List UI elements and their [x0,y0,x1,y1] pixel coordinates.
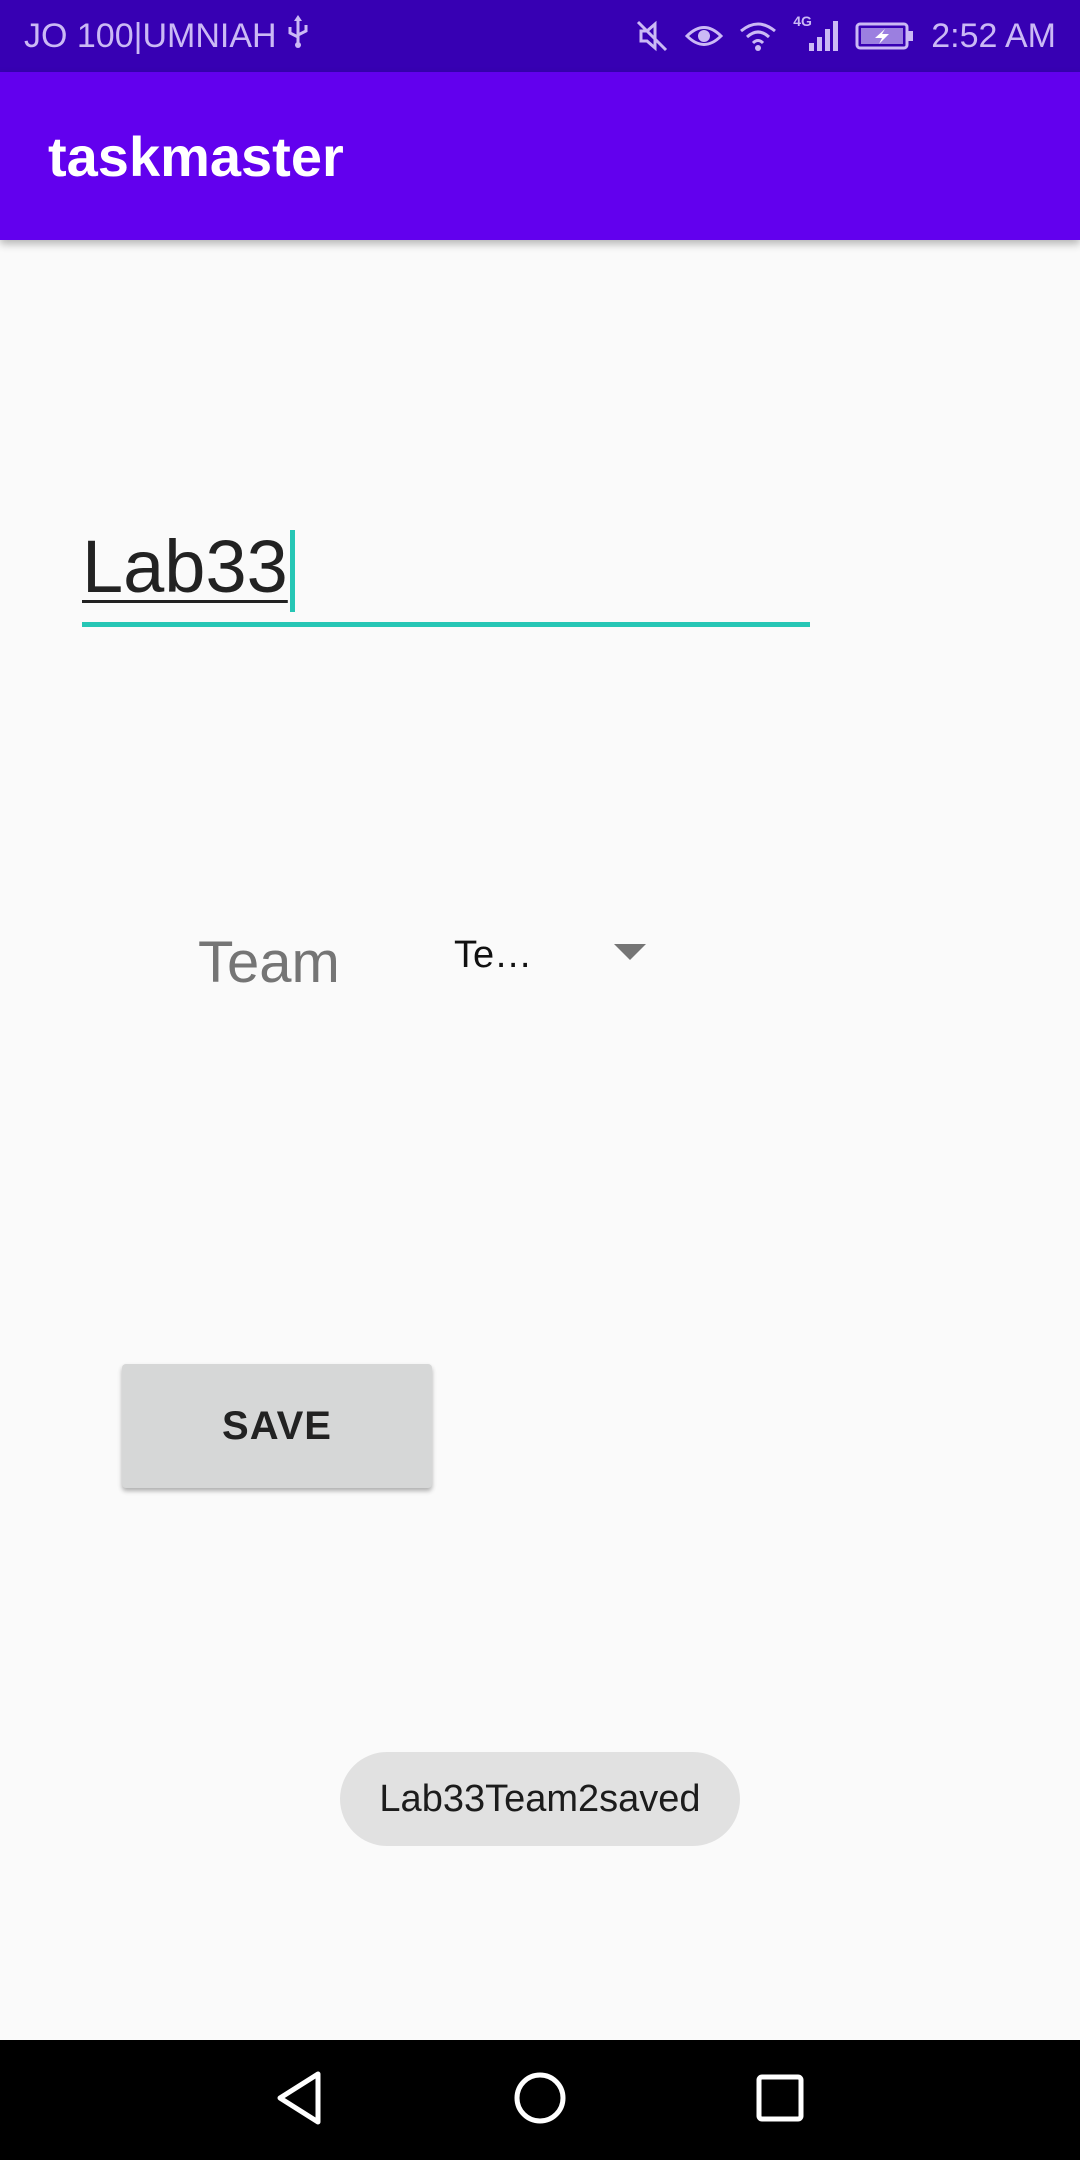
status-right: 4G 2:52 AM [635,13,1056,56]
wifi-icon [739,21,777,51]
home-button[interactable] [500,2060,580,2140]
task-name-field[interactable]: Lab33 [82,520,810,630]
field-underline [82,622,810,627]
team-spinner[interactable]: Te… [452,924,664,988]
navigation-bar [0,2040,1080,2160]
app-title: taskmaster [48,124,344,188]
dropdown-arrow-icon [614,944,646,967]
save-button[interactable]: SAVE [122,1364,432,1488]
back-button[interactable] [259,2060,339,2140]
usb-icon [287,14,309,58]
status-bar: JO 100|UMNIAH 4G 2:52 AM [0,0,1080,72]
clock-text: 2:52 AM [931,16,1056,55]
home-icon [512,2070,568,2131]
signal-icon: 4G [793,13,839,53]
toast-message: Lab33Team2saved [340,1752,740,1846]
mute-icon [635,19,669,53]
task-name-value[interactable]: Lab33 [82,530,288,604]
team-label: Team [198,930,340,995]
eye-icon [685,21,724,51]
recents-button[interactable] [740,2060,820,2140]
app-bar: taskmaster [0,72,1080,240]
text-cursor [290,530,295,612]
status-left: JO 100|UMNIAH [24,14,309,58]
team-spinner-value: Te… [454,934,533,976]
recents-icon [755,2073,805,2128]
back-icon [274,2070,324,2131]
battery-icon [855,21,915,51]
screen: JO 100|UMNIAH 4G 2:52 AM taskmaster Lab3… [0,0,1080,2160]
carrier-text: JO 100|UMNIAH [24,16,277,55]
